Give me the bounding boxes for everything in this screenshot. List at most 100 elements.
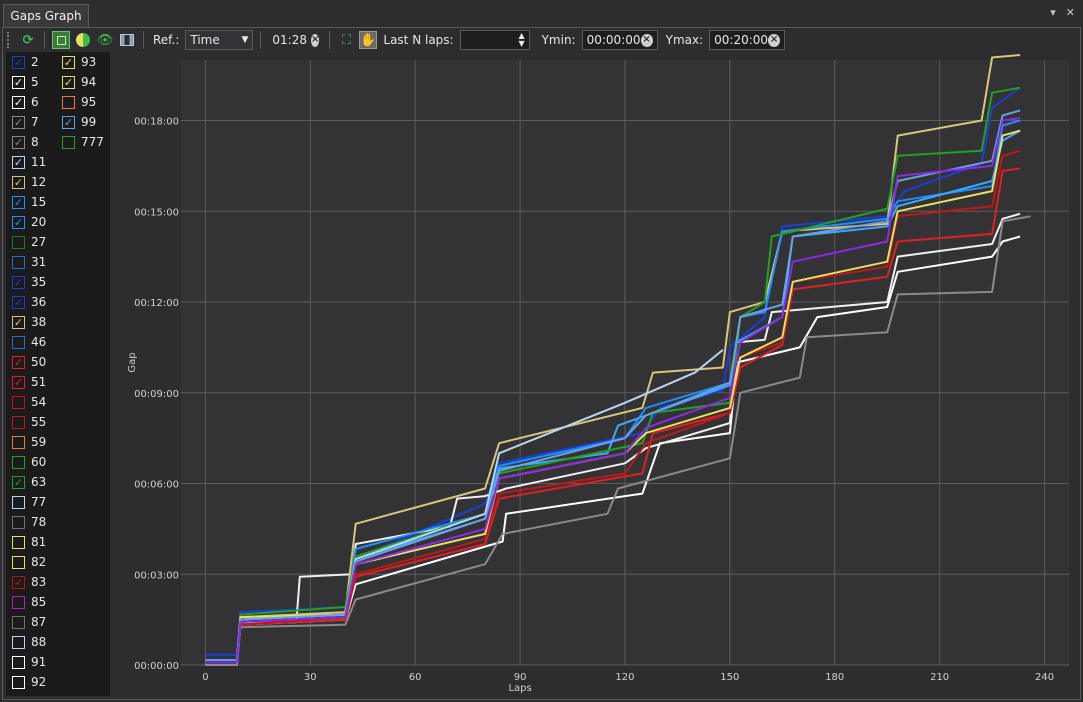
driver-checkbox[interactable]: ✓: [62, 55, 75, 69]
select-all-icon[interactable]: [52, 31, 70, 49]
driver-checkbox[interactable]: [12, 235, 25, 249]
driver-item[interactable]: 87: [12, 612, 46, 632]
driver-checkbox[interactable]: ✓: [12, 115, 25, 129]
driver-checkbox[interactable]: [12, 635, 25, 649]
driver-item[interactable]: 81: [12, 532, 46, 552]
driver-checkbox[interactable]: ✓: [12, 135, 25, 149]
driver-checkbox[interactable]: [12, 435, 25, 449]
driver-item[interactable]: 54: [12, 392, 46, 412]
driver-checkbox[interactable]: [12, 675, 25, 689]
driver-item[interactable]: 85: [12, 592, 46, 612]
close-icon[interactable]: ✕: [1066, 6, 1075, 19]
driver-item[interactable]: 92: [12, 672, 46, 692]
driver-number: 31: [31, 255, 47, 269]
driver-checkbox[interactable]: [62, 135, 75, 149]
driver-item[interactable]: ✓ 93: [62, 52, 104, 72]
driver-checkbox[interactable]: [12, 395, 25, 409]
driver-checkbox[interactable]: ✓: [12, 375, 25, 389]
driver-checkbox[interactable]: ✓: [62, 75, 75, 89]
driver-checkbox[interactable]: ✓: [12, 315, 25, 329]
driver-checkbox[interactable]: ✓: [12, 75, 25, 89]
driver-item[interactable]: 46: [12, 332, 46, 352]
driver-item[interactable]: ✓ 8: [12, 132, 46, 152]
driver-checkbox[interactable]: ✓: [62, 115, 75, 129]
gaps-chart[interactable]: 0 30 60 90 120 150 180 210 240 00:00:00 00:03:00 00…: [111, 52, 1079, 698]
driver-item[interactable]: ✓ 12: [12, 172, 46, 192]
driver-item[interactable]: 60: [12, 452, 46, 472]
driver-item[interactable]: 777: [62, 132, 104, 152]
driver-item[interactable]: ✓ 51: [12, 372, 46, 392]
driver-item[interactable]: ✓ 15: [12, 192, 46, 212]
driver-item[interactable]: 27: [12, 232, 46, 252]
layout-icon[interactable]: [118, 31, 136, 49]
driver-item[interactable]: ✓ 36: [12, 292, 46, 312]
driver-checkbox[interactable]: [12, 615, 25, 629]
driver-item[interactable]: 82: [12, 552, 46, 572]
driver-item[interactable]: 91: [12, 652, 46, 672]
driver-checkbox[interactable]: ✓: [12, 55, 25, 69]
driver-item[interactable]: ✓ 7: [12, 112, 46, 132]
driver-item[interactable]: 59: [12, 432, 46, 452]
driver-checkbox[interactable]: [12, 455, 25, 469]
driver-item[interactable]: ✓ 99: [62, 112, 104, 132]
ymin-input[interactable]: 00:00:00 ×: [581, 30, 658, 50]
ymax-input[interactable]: 00:20:00 ×: [709, 30, 786, 50]
driver-checkbox[interactable]: ✓: [12, 175, 25, 189]
refresh-icon[interactable]: ⟳: [19, 31, 37, 49]
driver-number: 60: [31, 455, 47, 469]
driver-checkbox[interactable]: [62, 95, 75, 109]
tab-gaps-graph[interactable]: Gaps Graph: [3, 4, 89, 27]
ymin-label: Ymin:: [541, 33, 576, 47]
driver-checkbox[interactable]: [12, 595, 25, 609]
driver-item[interactable]: ✓ 38: [12, 312, 46, 332]
fit-icon[interactable]: ⛶: [337, 31, 355, 49]
driver-checkbox[interactable]: ✓: [12, 195, 25, 209]
driver-item[interactable]: ✓ 6: [12, 92, 46, 112]
driver-checkbox[interactable]: ✓: [12, 295, 25, 309]
pan-hand-icon[interactable]: ✋: [359, 31, 378, 49]
time-field[interactable]: 01:28 ×: [268, 30, 323, 50]
driver-item[interactable]: ✓ 20: [12, 212, 46, 232]
x-tick-label: 0: [202, 672, 208, 683]
driver-checkbox[interactable]: [12, 415, 25, 429]
clear-ymax-icon[interactable]: ×: [768, 33, 781, 47]
driver-item[interactable]: ✓ 50: [12, 352, 46, 372]
driver-item[interactable]: 95: [62, 92, 104, 112]
driver-item[interactable]: ✓ 94: [62, 72, 104, 92]
driver-item[interactable]: ✓ 63: [12, 472, 46, 492]
driver-item[interactable]: 31: [12, 252, 46, 272]
driver-item[interactable]: 88: [12, 632, 46, 652]
eye-icon[interactable]: 👁: [96, 31, 114, 49]
dropdown-icon[interactable]: ▾: [1050, 6, 1056, 19]
driver-item[interactable]: ✓ 2: [12, 52, 46, 72]
clear-time-icon[interactable]: ×: [310, 33, 320, 47]
driver-checkbox[interactable]: [12, 655, 25, 669]
driver-item[interactable]: ✓ 11: [12, 152, 46, 172]
toolbar-grip[interactable]: [7, 32, 13, 48]
driver-item[interactable]: ✓ 83: [12, 572, 46, 592]
driver-checkbox[interactable]: [12, 555, 25, 569]
driver-checkbox[interactable]: ✓: [12, 275, 25, 289]
driver-checkbox[interactable]: ✓: [12, 95, 25, 109]
driver-checkbox[interactable]: ✓: [12, 355, 25, 369]
driver-checkbox[interactable]: [12, 515, 25, 529]
ref-select[interactable]: Time ▼: [185, 30, 254, 50]
driver-checkbox[interactable]: ✓: [12, 575, 25, 589]
last-n-laps-input[interactable]: ▲ ▼: [459, 30, 530, 50]
driver-item[interactable]: ✓ 5: [12, 72, 46, 92]
driver-item[interactable]: ✓ 35: [12, 272, 46, 292]
spinner-icon[interactable]: ▲ ▼: [518, 32, 524, 48]
driver-item[interactable]: 78: [12, 512, 46, 532]
driver-checkbox[interactable]: [12, 535, 25, 549]
driver-item[interactable]: 55: [12, 412, 46, 432]
chevron-down-icon: ▼: [241, 35, 249, 45]
clear-ymin-icon[interactable]: ×: [640, 33, 653, 47]
driver-checkbox[interactable]: ✓: [12, 215, 25, 229]
driver-checkbox[interactable]: [12, 495, 25, 509]
driver-checkbox[interactable]: [12, 255, 25, 269]
color-toggle-icon[interactable]: [74, 31, 92, 49]
driver-checkbox[interactable]: [12, 335, 25, 349]
driver-checkbox[interactable]: ✓: [12, 475, 25, 489]
driver-item[interactable]: 77: [12, 492, 46, 512]
driver-checkbox[interactable]: ✓: [12, 155, 25, 169]
